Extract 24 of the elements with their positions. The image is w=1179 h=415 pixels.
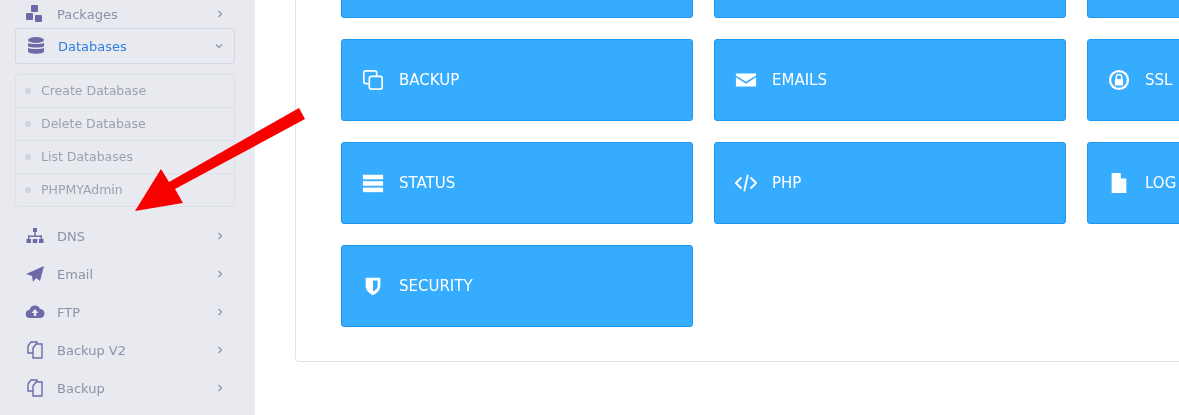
sidebar-label: FTP	[57, 304, 82, 320]
tile-button[interactable]: LOG	[1087, 142, 1179, 224]
sidebar-item[interactable]: DNS	[15, 217, 235, 255]
sidebar-item[interactable]: Databases	[15, 28, 235, 64]
tile-button[interactable]: PHP	[714, 142, 1066, 224]
sidebar-label: Databases	[58, 38, 128, 54]
tile-button[interactable]: SSL	[1087, 39, 1179, 121]
sidebar-label: Backup	[57, 380, 106, 396]
tile-button[interactable]: EMAILS	[714, 39, 1066, 121]
sidebar-item[interactable]: Packages	[15, 0, 235, 28]
submenu-item[interactable]: PHPMYAdmin	[16, 174, 234, 206]
tile-button[interactable]: BACKUP	[341, 39, 693, 121]
sidebar-item[interactable]: Backup	[15, 369, 235, 407]
sidebar-item[interactable]: FTP	[15, 293, 235, 331]
submenu-item[interactable]: Delete Database	[16, 108, 234, 141]
sidebar-item[interactable]: Backup V2	[15, 331, 235, 369]
sidebar-label: Email	[57, 266, 95, 282]
sidebar-label: Backup V2	[57, 342, 127, 358]
submenu-item[interactable]: Create Database	[16, 75, 234, 108]
sidebar-label: Packages	[57, 6, 119, 22]
sidebar-label: DNS	[57, 228, 86, 244]
sidebar-item[interactable]: Email	[15, 255, 235, 293]
tile-button[interactable]: SECURITY	[341, 245, 693, 327]
tile-button[interactable]: STATUS	[341, 142, 693, 224]
